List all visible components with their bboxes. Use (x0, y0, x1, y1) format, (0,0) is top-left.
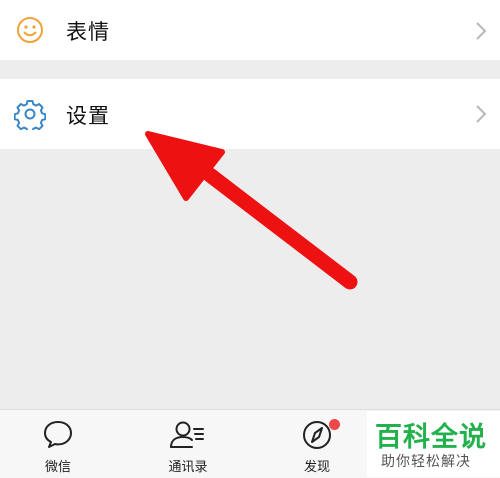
tab-discover[interactable]: 发现 (262, 410, 372, 478)
tab-contacts[interactable]: 通讯录 (133, 410, 243, 478)
contacts-icon (170, 421, 204, 448)
tab-label: 微信 (44, 460, 71, 475)
notification-dot (329, 419, 340, 430)
chat-icon (44, 421, 72, 448)
tab-label: 发现 (303, 460, 330, 475)
tab-wechat[interactable]: 微信 (3, 410, 113, 478)
watermark-logo: 百科全说 助你轻松解决 (367, 411, 500, 477)
watermark-subtitle: 助你轻松解决 (381, 454, 471, 470)
tab-label: 通讯录 (168, 460, 208, 475)
annotation-arrow (145, 131, 358, 290)
watermark-title: 百科全说 (375, 422, 487, 453)
